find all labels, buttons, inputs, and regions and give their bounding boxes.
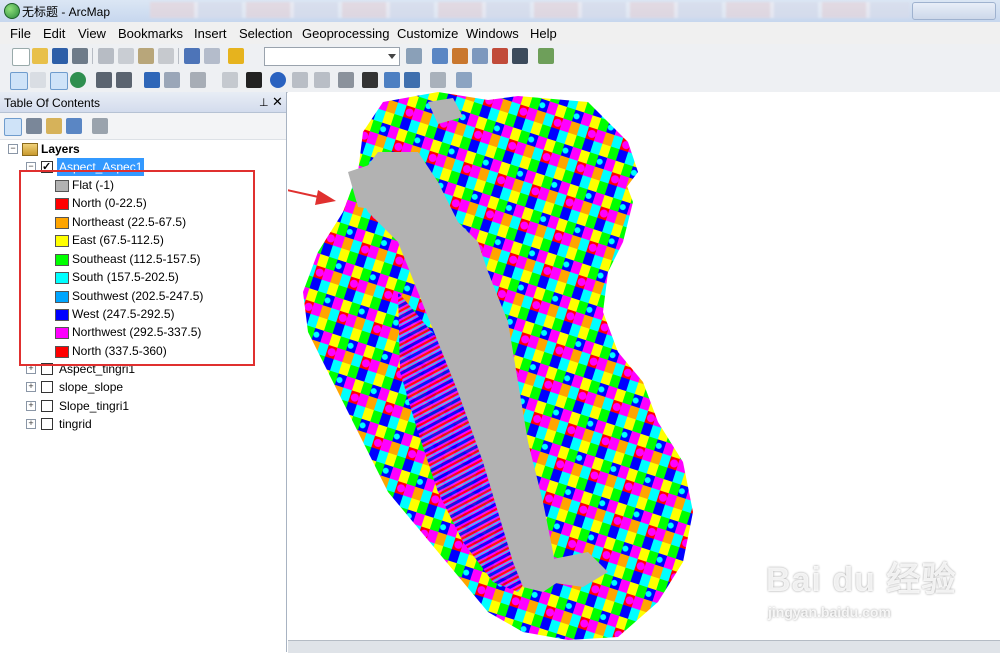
fixed-zoom-out-icon[interactable] xyxy=(116,72,132,88)
html-popup-icon[interactable] xyxy=(314,72,330,88)
menu-bar: File Edit View Bookmarks Insert Selectio… xyxy=(0,22,1000,44)
menu-file[interactable]: File xyxy=(10,26,31,41)
print-icon[interactable] xyxy=(72,48,88,64)
menu-edit[interactable]: Edit xyxy=(43,26,65,41)
select-features-icon[interactable] xyxy=(190,72,206,88)
menu-view[interactable]: View xyxy=(78,26,106,41)
menu-windows[interactable]: Windows xyxy=(466,26,519,41)
catalog-icon[interactable] xyxy=(452,48,468,64)
layer-name[interactable]: Slope_tingri1 xyxy=(59,397,129,415)
identify-info-icon[interactable] xyxy=(270,72,286,88)
menu-help[interactable]: Help xyxy=(530,26,557,41)
go-forward-icon[interactable] xyxy=(164,72,180,88)
toc-toolbar xyxy=(0,113,286,140)
full-extent-globe-icon[interactable] xyxy=(70,72,86,88)
create-viewer-window-icon[interactable] xyxy=(456,72,472,88)
add-data-icon[interactable] xyxy=(228,48,244,64)
model-builder-icon[interactable] xyxy=(538,48,554,64)
go-to-xy-icon[interactable] xyxy=(404,72,420,88)
hyperlink-icon[interactable] xyxy=(292,72,308,88)
new-document-icon[interactable] xyxy=(12,48,30,66)
menu-insert[interactable]: Insert xyxy=(194,26,227,41)
zoom-out-icon[interactable] xyxy=(30,72,46,88)
map-scale-combo[interactable] xyxy=(264,47,400,66)
toc-options-icon[interactable] xyxy=(92,118,108,134)
watermark-logo-text: Bai du 经验 xyxy=(766,561,957,599)
clear-selection-icon[interactable] xyxy=(222,72,238,88)
zoom-in-icon[interactable] xyxy=(10,72,28,90)
layer-visibility-checkbox[interactable] xyxy=(41,400,53,412)
search-window-icon[interactable] xyxy=(472,48,488,64)
python-window-icon[interactable] xyxy=(512,48,528,64)
layer-row-slope-tingri1[interactable]: + Slope_tingri1 xyxy=(0,397,286,415)
table-of-contents-icon[interactable] xyxy=(432,48,448,64)
open-folder-icon[interactable] xyxy=(32,48,48,64)
list-by-source-icon[interactable] xyxy=(26,118,42,134)
legend-highlight-box xyxy=(19,170,255,366)
toc-title: Table Of Contents xyxy=(4,96,101,110)
delete-icon[interactable] xyxy=(158,48,174,64)
pin-icon[interactable]: ⊥ xyxy=(259,96,269,109)
save-icon[interactable] xyxy=(52,48,68,64)
paste-icon[interactable] xyxy=(138,48,154,64)
list-by-selection-icon[interactable] xyxy=(66,118,82,134)
baidu-watermark: Bai du 经验 jingyan.baidu.com xyxy=(766,552,957,620)
layer-visibility-checkbox[interactable] xyxy=(41,381,53,393)
pan-hand-icon[interactable] xyxy=(50,72,68,90)
copy-icon[interactable] xyxy=(118,48,134,64)
fixed-zoom-in-icon[interactable] xyxy=(96,72,112,88)
menu-bookmarks[interactable]: Bookmarks xyxy=(118,26,183,41)
standard-toolbar xyxy=(0,44,1000,69)
select-elements-arrow-icon[interactable] xyxy=(246,72,262,88)
expand-icon[interactable]: + xyxy=(26,401,36,411)
background-browser-tabs xyxy=(150,2,910,18)
layers-root-row[interactable]: − Layers xyxy=(0,140,286,158)
list-by-visibility-icon[interactable] xyxy=(46,118,62,134)
map-status-bar xyxy=(288,640,1000,653)
toc-header: Table Of Contents ⊥ ✕ xyxy=(0,92,286,113)
time-slider-icon[interactable] xyxy=(430,72,446,88)
cut-icon[interactable] xyxy=(98,48,114,64)
window-controls[interactable] xyxy=(912,2,996,20)
layer-visibility-checkbox[interactable] xyxy=(41,418,53,430)
layer-name[interactable]: tingrid xyxy=(59,415,92,433)
layer-row-slope-slope[interactable]: + slope_slope xyxy=(0,378,286,396)
layer-row-tingrid[interactable]: + tingrid xyxy=(0,415,286,433)
find-route-icon[interactable] xyxy=(384,72,400,88)
go-back-icon[interactable] xyxy=(144,72,160,88)
close-icon[interactable]: ✕ xyxy=(272,94,283,110)
layer-name[interactable]: slope_slope xyxy=(59,378,123,396)
arctoolbox-icon[interactable] xyxy=(492,48,508,64)
redo-icon[interactable] xyxy=(204,48,220,64)
menu-selection[interactable]: Selection xyxy=(239,26,292,41)
list-by-drawing-order-icon[interactable] xyxy=(4,118,22,136)
expand-icon[interactable]: + xyxy=(26,382,36,392)
collapse-icon[interactable]: − xyxy=(8,144,18,154)
title-bar: 无标题 - ArcMap xyxy=(0,0,1000,23)
undo-icon[interactable] xyxy=(184,48,200,64)
layers-stack-icon xyxy=(22,143,38,156)
window-title: 无标题 - ArcMap xyxy=(22,5,111,19)
watermark-url: jingyan.baidu.com xyxy=(768,604,891,620)
layers-root-label: Layers xyxy=(41,142,80,156)
editor-toolbar-icon[interactable] xyxy=(406,48,422,64)
find-binoculars-icon[interactable] xyxy=(362,72,378,88)
measure-icon[interactable] xyxy=(338,72,354,88)
tools-toolbar xyxy=(0,68,1000,93)
arcmap-app-icon xyxy=(4,3,20,19)
expand-icon[interactable]: + xyxy=(26,419,36,429)
menu-geoprocessing[interactable]: Geoprocessing xyxy=(302,26,389,41)
menu-customize[interactable]: Customize xyxy=(397,26,458,41)
